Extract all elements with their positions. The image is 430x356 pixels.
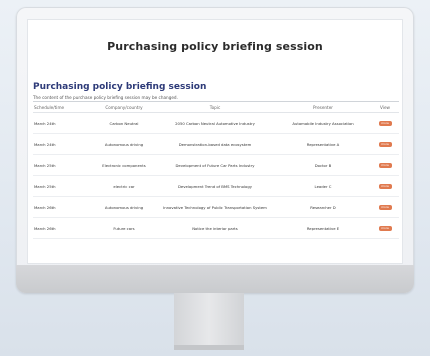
cell-time: March 25th [33, 175, 93, 197]
cell-time: March 26th [33, 217, 93, 239]
header-topic: Topic [155, 101, 275, 113]
cell-presenter: Doctor B [275, 154, 371, 176]
cell-time: March 25th [33, 154, 93, 176]
cell-presenter: Representative E [275, 217, 371, 239]
schedule-table: Schedule/time Company/country Topic Pres… [33, 101, 399, 239]
header-schedule-time: Schedule/time [33, 101, 93, 113]
cell-view: more [371, 175, 399, 197]
cell-topic: Development of Future Car Parts Industry [155, 154, 275, 176]
cell-topic: Development Trend of BMS Technology [155, 175, 275, 197]
table-row: March 24th Carbon Neutral 2050 Carbon Ne… [33, 112, 399, 134]
hero-title: Purchasing policy briefing session [107, 40, 323, 53]
view-button[interactable]: more [378, 183, 392, 189]
cell-presenter: Representative A [275, 133, 371, 155]
cell-time: March 26th [33, 196, 93, 218]
cell-company: Electronic components [93, 154, 155, 176]
cell-presenter: Automobile Industry Association [275, 112, 371, 134]
cell-company: Autonomous driving [93, 196, 155, 218]
cell-view: more [371, 133, 399, 155]
cell-presenter: Leader C [275, 175, 371, 197]
cell-view: more [371, 112, 399, 134]
header-company-country: Company/country [93, 101, 155, 113]
cell-company: Future cars [93, 217, 155, 239]
monitor-chin [16, 265, 414, 293]
cell-company: Autonomous driving [93, 133, 155, 155]
cell-time: March 24th [33, 133, 93, 155]
cell-company: electric car [93, 175, 155, 197]
table-row: March 26th Autonomous driving Innovative… [33, 196, 399, 218]
view-button[interactable]: more [378, 225, 392, 231]
cell-time: March 24th [33, 112, 93, 134]
section-title: Purchasing policy briefing session [33, 82, 207, 92]
table-row: March 25th electric car Development Tren… [33, 175, 399, 197]
cell-presenter: Researcher D [275, 196, 371, 218]
cell-view: more [371, 154, 399, 176]
view-button[interactable]: more [378, 204, 392, 210]
view-button[interactable]: more [378, 120, 392, 126]
monitor-stand [174, 293, 244, 350]
header-presenter: Presenter [275, 101, 371, 113]
cell-company: Carbon Neutral [93, 112, 155, 134]
monitor-stand-base [174, 345, 244, 350]
cell-topic: Notice the interior parts [155, 217, 275, 239]
table-header-row: Schedule/time Company/country Topic Pres… [33, 101, 399, 113]
cell-view: more [371, 217, 399, 239]
screen: Purchasing policy briefing session Purch… [28, 20, 402, 263]
cell-topic: Demonstration-based data ecosystem [155, 133, 275, 155]
view-button[interactable]: more [378, 162, 392, 168]
table-row: March 26th Future cars Notice the interi… [33, 217, 399, 239]
view-button[interactable]: more [378, 141, 392, 147]
cell-topic: 2050 Carbon Neutral Automotive Industry [155, 112, 275, 134]
header-view: View [371, 101, 399, 113]
cell-view: more [371, 196, 399, 218]
cell-topic: Innovative Technology of Public Transpor… [155, 196, 275, 218]
table-row: March 25th Electronic components Develop… [33, 154, 399, 176]
table-row: March 24th Autonomous driving Demonstrat… [33, 133, 399, 155]
section-subtitle: The content of the purchase policy brief… [33, 95, 178, 100]
